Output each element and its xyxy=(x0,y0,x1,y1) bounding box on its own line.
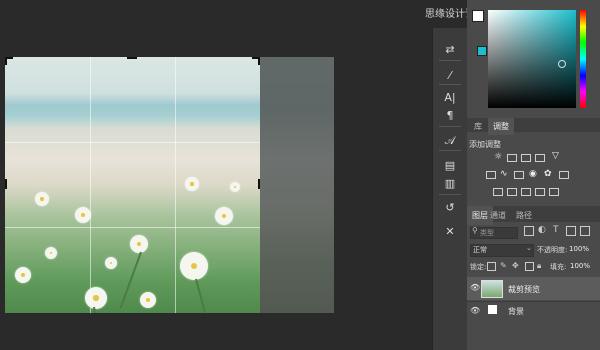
posterize-icon[interactable] xyxy=(507,188,517,196)
color-picker-cursor[interactable] xyxy=(558,60,566,68)
channel-mixer-icon[interactable]: ✿ xyxy=(544,169,552,179)
paragraph-icon[interactable]: ¶ xyxy=(441,106,459,124)
filter-shape-icon[interactable] xyxy=(566,226,576,236)
color-swap-icon[interactable]: ⇄ xyxy=(441,40,459,58)
brush-settings-icon[interactable]: ⁄ xyxy=(441,66,459,84)
lock-transparent-icon[interactable] xyxy=(487,262,496,271)
blend-mode-value: 正常 xyxy=(473,246,487,254)
adjustments-title: 添加调整 xyxy=(469,140,501,149)
character-icon[interactable]: A| xyxy=(441,88,459,106)
history-icon[interactable]: ↺ xyxy=(441,198,459,216)
lock-artboard-icon[interactable] xyxy=(525,262,534,271)
tab-adjustments[interactable]: 调整 xyxy=(488,118,514,135)
foreground-color-swatch[interactable] xyxy=(472,10,484,22)
crop-handle-middle-right[interactable] xyxy=(258,179,260,189)
crop-preview-image xyxy=(5,57,260,313)
crop-handle-top-center[interactable] xyxy=(127,57,137,59)
filter-type-icon[interactable]: T xyxy=(553,225,559,235)
threshold-icon[interactable] xyxy=(521,188,531,196)
layer-filter-type: 类型 xyxy=(480,229,494,237)
hue-slider[interactable] xyxy=(580,10,586,108)
visibility-eye-icon[interactable]: 👁︎ xyxy=(470,283,480,292)
color-balance-icon[interactable]: ∿ xyxy=(500,169,508,179)
crop-handle-middle-left[interactable] xyxy=(5,179,7,189)
brightness-icon[interactable]: ☼ xyxy=(494,152,502,162)
layers-empty-area xyxy=(467,322,600,350)
crop-handle-top-left-v[interactable] xyxy=(5,57,7,65)
properties-icon[interactable]: ▤ xyxy=(441,156,459,174)
lock-image-icon[interactable]: ✎ xyxy=(500,261,507,270)
search-icon: ⚲ xyxy=(472,226,478,235)
invert-icon[interactable] xyxy=(493,188,503,196)
crop-shield xyxy=(260,57,334,313)
black-white-icon[interactable] xyxy=(514,171,524,179)
filter-smart-icon[interactable] xyxy=(580,226,590,236)
glyphs-icon[interactable]: 𝒜 xyxy=(441,132,459,150)
filter-pixel-icon[interactable] xyxy=(524,226,534,236)
visibility-eye-icon[interactable]: 👁︎ xyxy=(470,306,480,315)
panel-toolstrip: ⇄ ⁄ A| ¶ 𝒜 ▤ ▥ ↺ ✕ xyxy=(432,28,468,350)
fill-value[interactable]: 100% xyxy=(570,262,590,270)
photo-filter-icon[interactable]: ◉ xyxy=(529,169,537,179)
lock-all-icon[interactable]: 🔒︎ xyxy=(537,261,541,271)
color-lookup-icon[interactable] xyxy=(559,171,569,179)
hue-saturation-icon[interactable] xyxy=(486,171,496,179)
layer-thumbnail xyxy=(488,305,497,314)
filter-adjustment-icon[interactable]: ◐ xyxy=(538,225,546,235)
layer-name: 裁剪预览 xyxy=(508,285,540,294)
gradient-map-icon[interactable] xyxy=(549,188,559,196)
curves-icon[interactable] xyxy=(521,154,531,162)
vibrance-icon[interactable]: ▽ xyxy=(552,151,559,161)
tab-channels[interactable]: 通道 xyxy=(490,210,506,221)
adjustments-tabbar xyxy=(467,118,600,132)
selective-color-icon[interactable] xyxy=(535,188,545,196)
crop-handle-top-right-v[interactable] xyxy=(258,57,260,65)
libraries-icon[interactable]: ▥ xyxy=(441,174,459,192)
levels-icon[interactable] xyxy=(507,154,517,162)
color-field[interactable] xyxy=(488,10,576,108)
layer-name: 背景 xyxy=(508,307,524,316)
tab-library[interactable]: 库 xyxy=(474,121,482,132)
lock-label: 锁定: xyxy=(470,263,487,271)
document-canvas[interactable] xyxy=(5,57,334,313)
layer-thumbnail xyxy=(481,280,503,298)
opacity-value[interactable]: 100% xyxy=(569,245,589,253)
background-color-swatch[interactable] xyxy=(477,46,487,56)
exposure-icon[interactable] xyxy=(535,154,545,162)
tools-icon[interactable]: ✕ xyxy=(441,222,459,240)
opacity-label: 不透明度: xyxy=(537,246,568,254)
chevron-down-icon: ⌄ xyxy=(526,244,532,252)
lock-position-icon[interactable]: ✥ xyxy=(512,261,519,270)
fill-label: 填充: xyxy=(550,263,567,271)
layer-row[interactable] xyxy=(467,301,600,322)
tab-paths[interactable]: 路径 xyxy=(516,210,532,221)
